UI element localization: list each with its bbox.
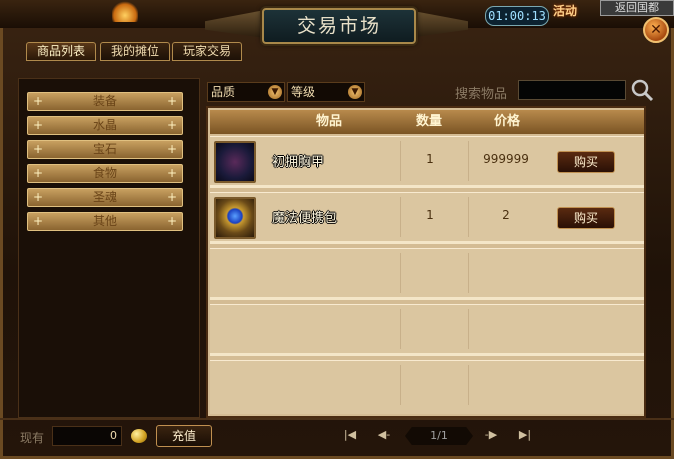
last-page-icon[interactable]: ▶| [515,428,535,442]
close-icon: ✕ [650,22,662,38]
column-divider [400,253,401,293]
column-divider [400,197,401,237]
header-price: 价格 [494,114,521,129]
category-soul[interactable]: + 圣魂 + [27,188,183,207]
window-title: 交易市场 [262,8,416,44]
first-page-icon[interactable]: |◀ [340,428,360,442]
activity-button[interactable]: 活动 [553,2,577,19]
category-equipment[interactable]: + 装备 + [27,92,183,111]
recharge-button[interactable]: 充值 [156,425,212,447]
flame-icon [112,0,138,22]
tab-item-list[interactable]: 商品列表 [26,42,96,61]
close-button[interactable]: ✕ [643,17,669,43]
next-page-icon[interactable]: -▶ [481,428,501,442]
table-row: 初拥胸甲 1 999999 购买 [210,136,644,188]
table-header: 物品 数量 价格 [210,110,644,134]
chevron-down-icon: ▼ [268,85,282,99]
table-row: 魔法便携包 1 2 购买 [210,192,644,244]
category-label: 其他 [92,214,117,228]
buy-button[interactable]: 购买 [557,151,615,173]
plus-icon: + [166,166,178,180]
plus-icon: + [166,118,178,132]
plus-icon: + [32,166,44,180]
column-divider [468,141,469,181]
plus-icon: + [32,94,44,108]
category-gem[interactable]: + 宝石 + [27,140,183,159]
item-price: 999999 [483,152,529,166]
footer-divider [0,418,674,420]
page-indicator: 1/1 [405,427,473,445]
plus-icon: + [32,214,44,228]
plus-icon: + [32,142,44,156]
category-label: 水晶 [92,118,117,132]
buy-button[interactable]: 购买 [557,207,615,229]
category-other[interactable]: + 其他 + [27,212,183,231]
item-name: 魔法便携包 [272,211,338,226]
quality-label: 品质 [211,85,236,99]
currency-label: 现有 [20,431,45,445]
bag-icon[interactable] [214,197,256,239]
tab-my-stall[interactable]: 我的摊位 [100,42,170,61]
game-clock: 01:00:13 [485,6,549,26]
column-divider [400,309,401,349]
table-row-empty [210,360,644,414]
tab-player-trade[interactable]: 玩家交易 [172,42,242,61]
search-icon[interactable] [630,78,654,102]
money-amount: 0 [52,426,122,446]
plus-icon: + [32,118,44,132]
column-divider [468,253,469,293]
armor-icon[interactable] [214,141,256,183]
quality-dropdown[interactable]: 品质 ▼ [207,82,285,102]
category-label: 装备 [92,94,117,108]
column-divider [468,309,469,349]
plus-icon: + [166,142,178,156]
category-label: 圣魂 [92,190,117,204]
plus-icon: + [166,190,178,204]
item-name: 初拥胸甲 [272,155,325,170]
search-label: 搜索物品 [455,87,508,102]
column-divider [400,365,401,405]
category-label: 宝石 [92,142,117,156]
item-qty: 1 [426,152,434,166]
prev-page-icon[interactable]: ◀- [374,428,394,442]
gold-coin-icon [131,429,147,443]
header-qty: 数量 [416,114,443,129]
table-row-empty [210,304,644,356]
table-row-empty [210,248,644,300]
return-capital-button[interactable]: 返回国都 [600,0,674,16]
chevron-down-icon: ▼ [348,85,362,99]
plus-icon: + [32,190,44,204]
level-dropdown[interactable]: 等级 ▼ [287,82,365,102]
category-food[interactable]: + 食物 + [27,164,183,183]
item-price: 2 [502,208,510,222]
item-table: 物品 数量 价格 初拥胸甲 1 999999 购买 魔法便携包 1 2 购买 [206,106,646,418]
level-label: 等级 [291,85,316,99]
column-divider [468,197,469,237]
plus-icon: + [166,214,178,228]
category-label: 食物 [92,166,117,180]
plus-icon: + [166,94,178,108]
column-divider [468,365,469,405]
header-item: 物品 [316,114,343,129]
item-qty: 1 [426,208,434,222]
category-crystal[interactable]: + 水晶 + [27,116,183,135]
search-input[interactable] [518,80,626,100]
column-divider [400,141,401,181]
